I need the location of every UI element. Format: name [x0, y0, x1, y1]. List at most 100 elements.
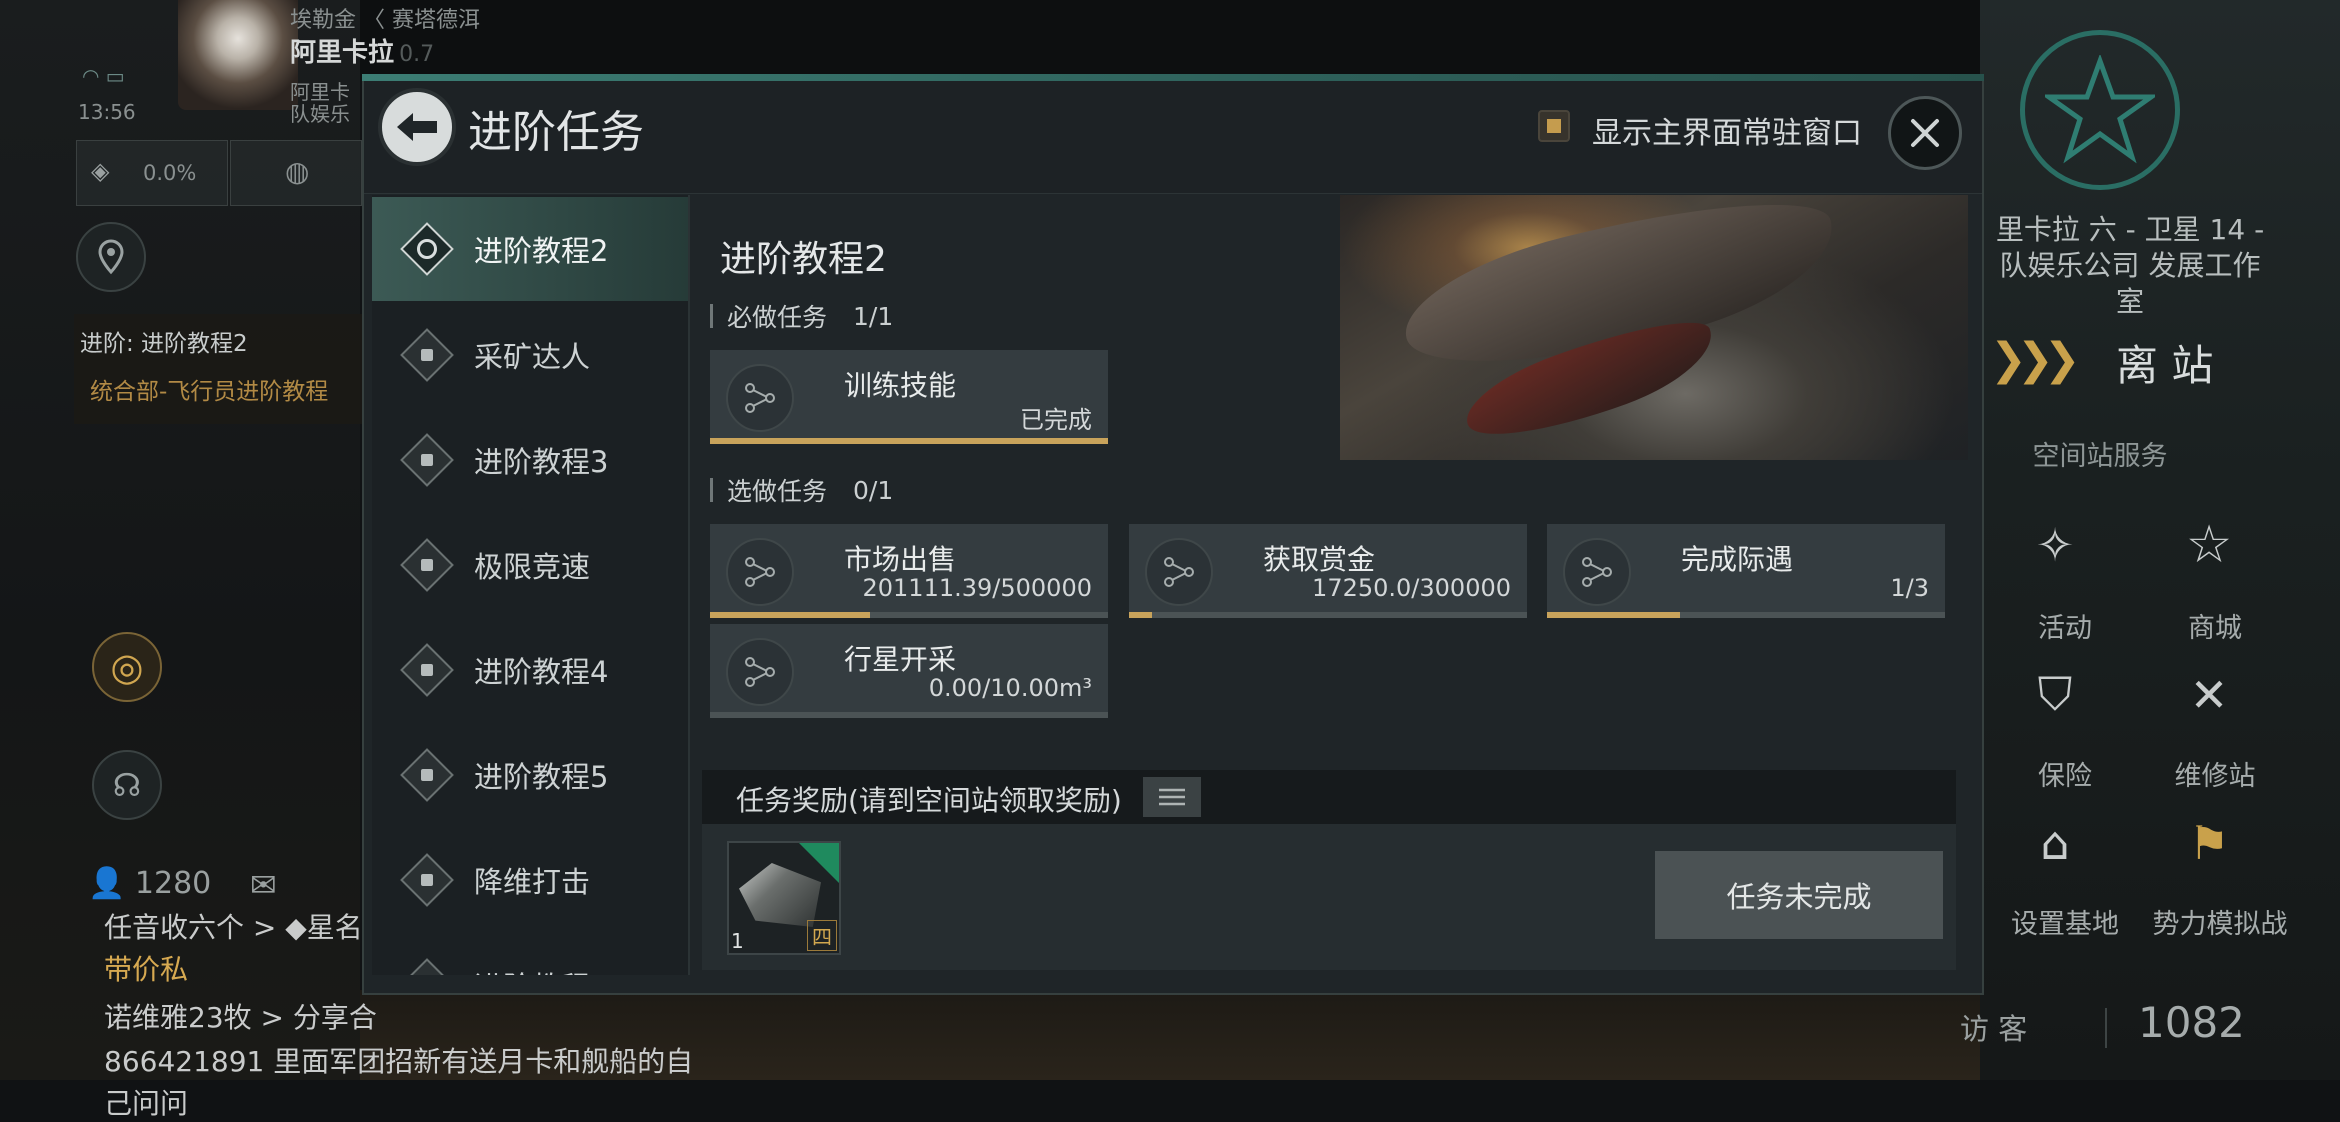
speed-box[interactable]: ◍ [230, 140, 362, 206]
close-button[interactable] [1888, 96, 1962, 170]
task-card[interactable]: 行星开采 0.00/10.00m³ [710, 624, 1108, 718]
skill-branch-icon [1145, 538, 1213, 606]
clock: 13:56 [78, 100, 136, 124]
task-progress-fill [1547, 612, 1680, 618]
task-progress-track [710, 438, 1108, 444]
reward-label: 任务奖励(请到空间站领取奖励) [736, 784, 1122, 817]
chat-user: 诺维雅23牧 > [104, 1001, 293, 1034]
party-popper-icon: ✧ [2035, 518, 2075, 572]
back-button[interactable] [378, 88, 456, 166]
headset-icon: ☊ [112, 766, 142, 804]
task-progress-fill [1129, 612, 1152, 618]
sidebar-item-mining[interactable]: 采矿达人 [372, 303, 688, 407]
mission-diamond-icon [400, 538, 454, 592]
content-title: 进阶教程2 [720, 239, 887, 280]
task-card[interactable]: 市场出售 201111.39/500000 [710, 524, 1108, 618]
sidebar-item-strike[interactable]: 降维打击 [372, 828, 688, 932]
service-label: 设置基地 [2011, 909, 2119, 940]
cargo-icon: ◈ [91, 157, 110, 185]
sidebar-item-tutorial2[interactable]: 进阶教程2 [372, 197, 688, 301]
sidebar-item-label: 极限竞速 [474, 550, 591, 584]
section-bar [710, 304, 713, 328]
service-faction-sim[interactable]: ⚑ 势力模拟战 [2130, 808, 2310, 948]
task-progress: 1/3 [1890, 574, 1929, 602]
sidebar-item-label: 进阶教程4 [474, 655, 609, 689]
sidebar-item-racing[interactable]: 极限竞速 [372, 513, 688, 617]
system-name: 阿里卡拉 [290, 38, 395, 68]
location-pin-button[interactable] [76, 222, 146, 292]
service-label: 维修站 [2174, 761, 2256, 792]
undock-label: 离 站 [2116, 341, 2214, 390]
undock-button[interactable]: ❯❯❯ 离 站 [1990, 330, 2290, 390]
sidebar-item-label: 进阶教程6 [474, 964, 608, 975]
reward-item[interactable]: 1 四 [727, 841, 841, 955]
task-name: 训练技能 [844, 369, 957, 402]
chevrons-icon: ❯❯❯ [1990, 334, 2081, 385]
mission-progress: 进阶: 进阶教程2 [80, 331, 248, 357]
service-insurance[interactable]: ⛉ 保险 [1990, 660, 2150, 800]
visitors-label: 访 客 [1960, 1012, 2028, 1046]
support-agent-button[interactable]: ☊ [92, 750, 162, 820]
person-icon: 👤 [88, 866, 126, 901]
contacts-count[interactable]: 👤 1280 [88, 866, 211, 901]
mission-subtitle: 统合部-飞行员进阶教程 [90, 379, 329, 405]
sidebar-item-tutorial3[interactable]: 进阶教程3 [372, 408, 688, 512]
task-progress: 201111.39/500000 [862, 574, 1093, 602]
wifi-battery-icons: ◠ ▭ [82, 64, 125, 88]
task-progress-track [1129, 612, 1527, 618]
shop-star-icon: ☆ [2185, 515, 2233, 575]
task-progress-fill [710, 612, 870, 618]
sidebar-item-label: 进阶教程2 [474, 234, 609, 268]
mission-banner-image [1340, 173, 1968, 460]
divider [2105, 1008, 2107, 1048]
mission-diamond-icon [400, 643, 454, 697]
service-shop[interactable]: ☆ 商城 [2140, 510, 2300, 650]
insurance-shield-icon: ⛉ [2037, 667, 2073, 721]
item-grade: 四 [807, 920, 837, 951]
sidebar-item-tutorial5[interactable]: 进阶教程5 [372, 723, 688, 827]
station-line-2: 队娱乐公司 发展工作 [1999, 249, 2261, 282]
services-title: 空间站服务 [2032, 441, 2168, 472]
sidebar-item-tutorial6[interactable]: 进阶教程6 [372, 933, 688, 975]
task-progress: 已完成 [1020, 406, 1092, 434]
skill-branch-icon [726, 538, 794, 606]
task-name: 行星开采 [844, 643, 957, 676]
target-radar-button[interactable]: ◎ [92, 632, 162, 702]
repair-tools-icon: ✕ [2189, 668, 2229, 722]
security-status: 0.7 [399, 42, 435, 67]
service-label: 势力模拟战 [2152, 909, 2288, 940]
cargo-percent: 0.0% [143, 161, 197, 185]
task-card[interactable]: 训练技能 已完成 [710, 350, 1108, 444]
module-item-icon [739, 863, 821, 927]
location-breadcrumb[interactable]: 埃勒金 〈 赛塔德洱 [290, 2, 480, 34]
task-card[interactable]: 获取赏金 17250.0/300000 [1129, 524, 1527, 618]
mission-diamond-icon [400, 328, 454, 382]
mission-tracker[interactable]: 进阶: 进阶教程2 统合部-飞行员进阶教程 [74, 314, 364, 424]
service-base[interactable]: ⌂ 设置基地 [1970, 808, 2150, 948]
task-progress-fill [710, 438, 1108, 444]
required-count: 1/1 [853, 301, 894, 331]
background-top [360, 0, 1980, 80]
required-label: 必做任务 [727, 303, 828, 332]
sidebar-item-tutorial4[interactable]: 进阶教程4 [372, 618, 688, 722]
pin-window-label[interactable]: 显示主界面常驻窗口 [1592, 108, 1862, 152]
mail-icon[interactable]: ✉ [250, 866, 277, 904]
pilot-avatar[interactable] [178, 0, 298, 110]
corp-short-2: 队娱乐 [290, 102, 350, 126]
mission-status-button[interactable]: 任务未完成 [1655, 851, 1943, 939]
task-card[interactable]: 完成际遇 1/3 [1547, 524, 1945, 618]
mission-diamond-icon [400, 433, 454, 487]
mission-diamond-icon [400, 958, 454, 975]
sidebar-item-label: 降维打击 [474, 865, 591, 899]
service-activity[interactable]: ✧ 活动 [1990, 510, 2150, 650]
service-label: 保险 [2038, 761, 2092, 792]
service-repair[interactable]: ✕ 维修站 [2140, 660, 2300, 800]
pin-window-checkbox[interactable] [1538, 110, 1570, 142]
reward-list-button[interactable] [1143, 777, 1201, 817]
visitors-count: 1082 [2138, 998, 2245, 1047]
skill-branch-icon [1563, 538, 1631, 606]
station-name: 里卡拉 六 - 卫星 14 - 队娱乐公司 发展工作 室 [1980, 212, 2280, 320]
cargo-box[interactable]: ◈ 0.0% [76, 140, 228, 206]
station-line-1: 里卡拉 六 - 卫星 14 - [1995, 213, 2265, 246]
optional-label: 选做任务 [727, 477, 828, 506]
